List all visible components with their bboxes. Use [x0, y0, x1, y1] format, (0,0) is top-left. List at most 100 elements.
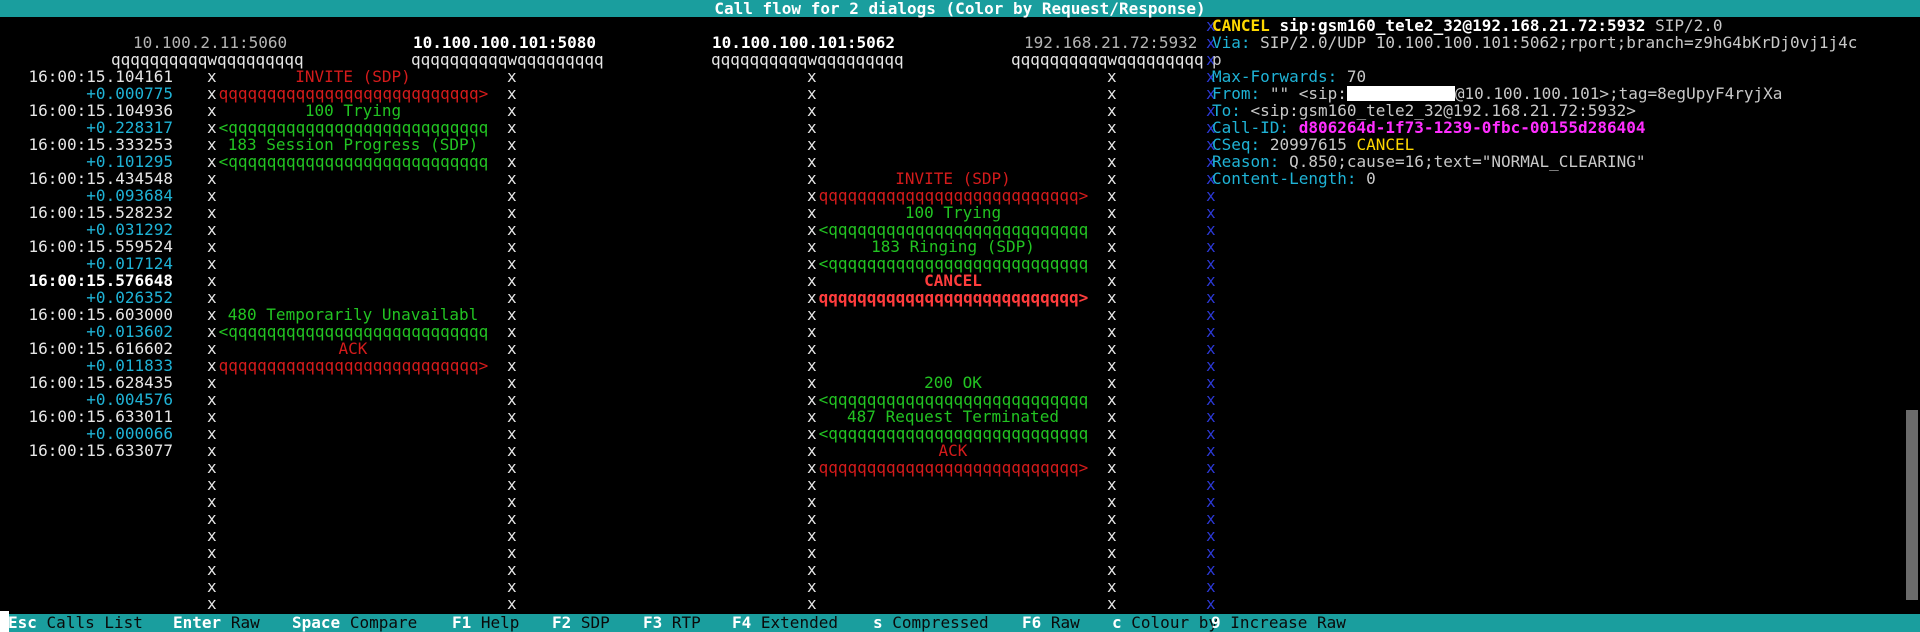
host-label: 10.100.2.11:5060 [133, 33, 288, 52]
lifeline-segment: x [1107, 441, 1117, 460]
lifeline-segment: x [507, 560, 517, 579]
message-arrow[interactable]: qqqqqqqqqqqqqqqqqqqqqqqqqqq> [819, 289, 1089, 306]
lifeline-segment: x [807, 118, 817, 137]
lifeline-segment: x [807, 373, 817, 392]
footer-key-extended[interactable]: F4 Extended [732, 614, 838, 631]
lifeline-segment: x [207, 407, 217, 426]
footer-key-help[interactable]: F1 Help [452, 614, 519, 631]
footer-key-increase-raw[interactable]: 9 Increase Raw [1211, 614, 1346, 631]
message-arrow[interactable]: <qqqqqqqqqqqqqqqqqqqqqqqqqqq [219, 323, 489, 340]
lifeline-segment: x [1107, 322, 1117, 341]
lifeline-segment: x [207, 390, 217, 409]
via-value: SIP/2.0/UDP 10.100.100.101:5062;rport;br… [1260, 33, 1858, 52]
scrollbar-thumb[interactable] [1906, 410, 1918, 600]
lifeline-segment: x [807, 220, 817, 239]
message-label[interactable]: 183 Session Progress (SDP) [219, 136, 488, 153]
header-call-id: Call-ID: d806264d-1f73-1239-0fbc-00155d2… [1212, 119, 1645, 136]
lifeline-segment: x [1107, 84, 1117, 103]
lifeline-segment: x [207, 118, 217, 137]
message-arrow[interactable]: <qqqqqqqqqqqqqqqqqqqqqqqqqqq [819, 425, 1089, 442]
footer-label: Raw [230, 613, 260, 632]
lifeline-segment: x [1107, 424, 1117, 443]
lifeline-segment: x [807, 339, 817, 358]
scroll-lifeline-segment: x [1206, 390, 1216, 409]
message-arrow[interactable]: <qqqqqqqqqqqqqqqqqqqqqqqqqqq [219, 119, 489, 136]
message-arrow[interactable]: <qqqqqqqqqqqqqqqqqqqqqqqqqqq [219, 153, 489, 170]
message-label[interactable]: 100 Trying [219, 102, 488, 119]
host-label: 10.100.100.101:5080 [413, 33, 597, 52]
lifeline-segment: x [1107, 152, 1117, 171]
scroll-lifeline-segment: x [1206, 441, 1216, 460]
lifeline-segment: x [507, 509, 517, 528]
lifeline-segment: x [207, 254, 217, 273]
lifeline-segment: x [807, 322, 817, 341]
timestamp: 16:00:15.633011 [28, 407, 174, 426]
title-bar-fill [1883, 0, 1920, 17]
message-label[interactable]: 183 Ringing (SDP) [819, 238, 1088, 255]
lifeline-segment: x [807, 526, 817, 545]
scroll-lifeline-segment: x [1206, 271, 1216, 290]
footer-key-colour-by[interactable]: c Colour by [1112, 614, 1218, 631]
footer-key: F3 [643, 613, 663, 632]
message-label[interactable]: CANCEL [819, 272, 1088, 289]
lifeline-segment: x [507, 356, 517, 375]
timestamp: 16:00:15.603000 [28, 305, 174, 324]
footer-key-rtp[interactable]: F3 RTP [643, 614, 701, 631]
message-label[interactable]: INVITE (SDP) [819, 170, 1088, 187]
footer-key-compare[interactable]: Space Compare [292, 614, 417, 631]
lifeline-segment: x [207, 526, 217, 545]
via-wrap: p [1212, 50, 1222, 69]
footer-key-compressed[interactable]: s Compressed [873, 614, 989, 631]
footer-key-raw[interactable]: F6 Raw [1022, 614, 1080, 631]
lifeline-segment: x [1107, 254, 1117, 273]
lifeline-segment: x [207, 67, 217, 86]
time-delta: +0.031292 [86, 220, 173, 239]
message-arrow[interactable]: <qqqqqqqqqqqqqqqqqqqqqqqqqqq [819, 221, 1089, 238]
lifeline-segment: x [1107, 118, 1117, 137]
lifeline-segment: x [807, 254, 817, 273]
message-label[interactable]: INVITE (SDP) [219, 68, 488, 85]
message-label[interactable]: 100 Trying [819, 204, 1088, 221]
lifeline-segment: x [807, 135, 817, 154]
lifeline-segment: x [507, 475, 517, 494]
lifeline-segment: x [507, 169, 517, 188]
footer-key-calls-list[interactable]: Esc Calls List [8, 614, 143, 631]
message-arrow[interactable]: qqqqqqqqqqqqqqqqqqqqqqqqqqq> [219, 357, 489, 374]
footer-key: F2 [552, 613, 572, 632]
lifeline-segment: x [507, 305, 517, 324]
message-arrow[interactable]: qqqqqqqqqqqqqqqqqqqqqqqqqqq> [819, 187, 1089, 204]
message-arrow[interactable]: <qqqqqqqqqqqqqqqqqqqqqqqqqqq [819, 255, 1089, 272]
footer-key-sdp[interactable]: F2 SDP [552, 614, 610, 631]
lifeline-segment: x [1107, 407, 1117, 426]
timestamp: 16:00:15.576648 [28, 271, 174, 290]
lifeline-segment: x [807, 509, 817, 528]
footer-key-raw[interactable]: Enter Raw [173, 614, 260, 631]
lifeline-segment: x [807, 288, 817, 307]
lifeline-segment: x [207, 186, 217, 205]
lifeline-segment: x [1107, 458, 1117, 477]
lifeline-segment: x [207, 237, 217, 256]
lifeline-segment: x [807, 458, 817, 477]
lifeline-segment: x [807, 492, 817, 511]
message-arrow[interactable]: qqqqqqqqqqqqqqqqqqqqqqqqqqq> [819, 459, 1089, 476]
footer-label: SDP [580, 613, 610, 632]
message-label[interactable]: 200 OK [819, 374, 1088, 391]
message-label[interactable]: 480 Temporarily Unavailabl [219, 306, 488, 323]
message-arrow[interactable]: <qqqqqqqqqqqqqqqqqqqqqqqqqqq [819, 391, 1089, 408]
lifeline-segment: x [507, 118, 517, 137]
lifeline-segment: x [207, 373, 217, 392]
content-length-value: 0 [1366, 169, 1376, 188]
message-label[interactable]: ACK [219, 340, 488, 357]
lifeline-segment: x [507, 492, 517, 511]
host-lifeline-header: qqqqqqqqqqwqqqqqqqqq [1011, 50, 1204, 69]
scroll-lifeline-segment: x [1206, 475, 1216, 494]
message-label[interactable]: ACK [819, 442, 1088, 459]
lifeline-segment: x [507, 152, 517, 171]
lifeline-segment: x [507, 288, 517, 307]
lifeline-segment: x [807, 169, 817, 188]
timestamp: 16:00:15.528232 [28, 203, 174, 222]
lifeline-segment: x [1107, 288, 1117, 307]
message-arrow[interactable]: qqqqqqqqqqqqqqqqqqqqqqqqqqq> [219, 85, 489, 102]
message-label[interactable]: 487 Request Terminated [819, 408, 1088, 425]
lifeline-segment: x [507, 441, 517, 460]
